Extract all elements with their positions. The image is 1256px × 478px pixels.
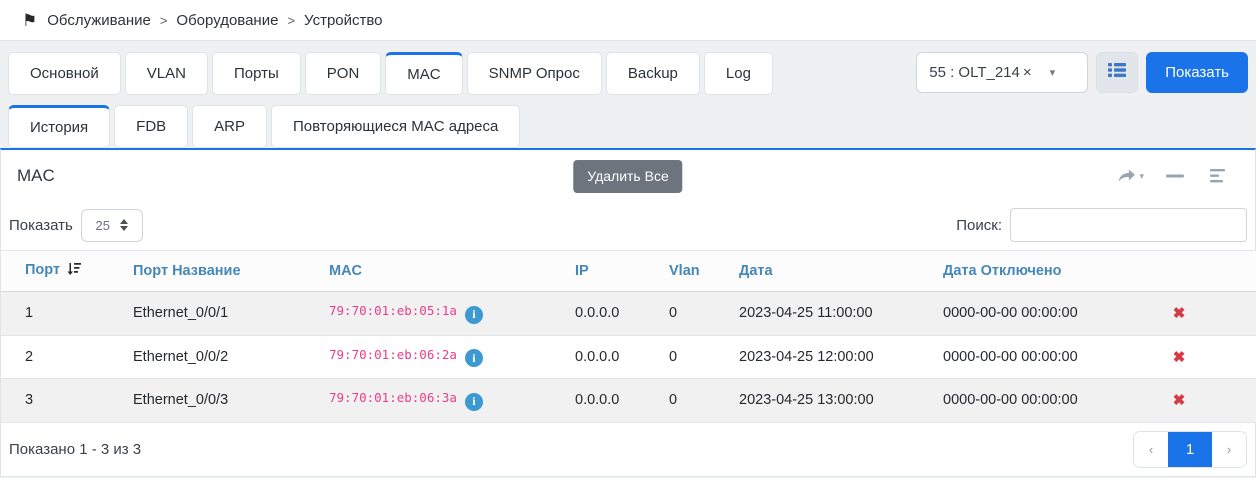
cell-vlan: 0	[661, 379, 731, 423]
export-button[interactable]: ▾	[1117, 168, 1144, 184]
table-row: 2 Ethernet_0/0/2 79:70:01:eb:06:2a i 0.0.…	[1, 335, 1256, 379]
search-input[interactable]	[1010, 208, 1247, 242]
cell-port: 2	[1, 335, 125, 379]
length-label: Показать	[9, 217, 73, 234]
cell-port-name: Ethernet_0/0/1	[125, 292, 321, 336]
chevron-down-icon: ▾	[1139, 171, 1144, 182]
pagination-prev-button[interactable]: ‹	[1134, 432, 1168, 467]
tab-snmp-poll[interactable]: SNMP Опрос	[467, 52, 602, 95]
spinner-arrows-icon	[120, 219, 128, 231]
cell-date-off: 0000-00-00 00:00:00	[935, 335, 1151, 379]
pagination-next-button[interactable]: ›	[1212, 432, 1246, 467]
menu-button[interactable]	[1206, 169, 1225, 183]
table-header-row: Порт Порт Название MAC IP Vlan Дата Дата…	[1, 251, 1256, 292]
sub-tabs: История FDB ARP Повторяющиеся MAC адреса	[0, 95, 1256, 148]
breadcrumb-item-equipment[interactable]: Оборудование	[176, 12, 278, 29]
cell-date-off: 0000-00-00 00:00:00	[935, 379, 1151, 423]
delete-row-icon[interactable]: ✖	[1159, 304, 1199, 322]
subtab-fdb[interactable]: FDB	[114, 105, 188, 148]
table-info: Показано 1 - 3 из 3	[9, 441, 141, 458]
column-header-date[interactable]: Дата	[731, 251, 935, 292]
panel-title: MAC	[17, 166, 55, 186]
panel-header: MAC Удалить Все ▾	[1, 150, 1255, 202]
mac-panel: MAC Удалить Все ▾	[0, 148, 1256, 477]
column-header-ip[interactable]: IP	[567, 251, 661, 292]
cell-date: 2023-04-25 11:00:00	[731, 292, 935, 336]
tab-main[interactable]: Основной	[8, 52, 121, 95]
sort-descending-icon	[66, 264, 81, 280]
device-list-button[interactable]	[1096, 52, 1138, 93]
cell-mac: 79:70:01:eb:05:1a	[329, 303, 457, 318]
column-header-date-off[interactable]: Дата Отключено	[935, 251, 1151, 292]
delete-all-button[interactable]: Удалить Все	[573, 160, 682, 193]
pagination: ‹ 1 ›	[1133, 431, 1247, 468]
table-row: 3 Ethernet_0/0/3 79:70:01:eb:06:3a i 0.0.…	[1, 379, 1256, 423]
column-header-port[interactable]: Порт	[1, 251, 125, 292]
breadcrumb-separator: >	[287, 13, 295, 28]
page-length-select[interactable]: 25	[81, 209, 143, 242]
cell-ip: 0.0.0.0	[567, 379, 661, 423]
cell-port: 1	[1, 292, 125, 336]
table-footer: Показано 1 - 3 из 3 ‹ 1 ›	[1, 423, 1255, 476]
device-select[interactable]: 55 : OLT_214 × ▾	[916, 52, 1088, 93]
tab-ports[interactable]: Порты	[212, 52, 301, 95]
column-header-vlan[interactable]: Vlan	[661, 251, 731, 292]
cell-port-name: Ethernet_0/0/3	[125, 379, 321, 423]
delete-row-icon[interactable]: ✖	[1159, 391, 1199, 409]
subtab-arp[interactable]: ARP	[192, 105, 267, 148]
column-header-port-name[interactable]: Порт Название	[125, 251, 321, 292]
cell-port: 3	[1, 379, 125, 423]
breadcrumb-item-maintenance[interactable]: Обслуживание	[47, 12, 151, 29]
tab-mac[interactable]: MAC	[385, 52, 462, 95]
chevron-down-icon: ▾	[1050, 66, 1056, 79]
tab-backup[interactable]: Backup	[606, 52, 700, 95]
table-controls: Показать 25 Поиск:	[1, 202, 1255, 250]
tab-log[interactable]: Log	[704, 52, 773, 95]
cell-mac: 79:70:01:eb:06:3a	[329, 390, 457, 405]
breadcrumb-item-device: Устройство	[304, 12, 382, 29]
cell-mac: 79:70:01:eb:06:2a	[329, 347, 457, 362]
collapse-button[interactable]	[1166, 174, 1184, 178]
minus-icon	[1166, 174, 1184, 178]
subtab-duplicate-mac[interactable]: Повторяющиеся MAC адреса	[271, 105, 520, 148]
info-icon[interactable]: i	[465, 349, 483, 367]
cell-vlan: 0	[661, 335, 731, 379]
cell-port-name: Ethernet_0/0/2	[125, 335, 321, 379]
show-button[interactable]: Показать	[1146, 52, 1248, 93]
page-length-value: 25	[96, 218, 110, 233]
cell-date-off: 0000-00-00 00:00:00	[935, 292, 1151, 336]
tab-vlan[interactable]: VLAN	[125, 52, 208, 95]
device-page: ⚑ Обслуживание > Оборудование > Устройст…	[0, 0, 1256, 478]
cell-vlan: 0	[661, 292, 731, 336]
search-label: Поиск:	[956, 217, 1002, 234]
cell-ip: 0.0.0.0	[567, 335, 661, 379]
column-header-port-label: Порт	[25, 262, 60, 278]
info-icon[interactable]: i	[465, 393, 483, 411]
cell-ip: 0.0.0.0	[567, 292, 661, 336]
pagination-page-1[interactable]: 1	[1168, 432, 1212, 467]
list-icon	[1206, 169, 1225, 183]
breadcrumb: ⚑ Обслуживание > Оборудование > Устройст…	[0, 0, 1256, 41]
export-icon	[1117, 168, 1136, 184]
clear-selection-icon[interactable]: ×	[1023, 64, 1032, 81]
column-header-mac[interactable]: MAC	[321, 251, 567, 292]
column-header-actions	[1151, 251, 1256, 292]
cell-date: 2023-04-25 12:00:00	[731, 335, 935, 379]
main-tabs: Основной VLAN Порты PON MAC SNMP Опрос B…	[8, 52, 773, 95]
breadcrumb-separator: >	[160, 13, 168, 28]
flag-icon: ⚑	[22, 12, 37, 29]
tab-pon[interactable]: PON	[305, 52, 382, 95]
main-tabs-row: Основной VLAN Порты PON MAC SNMP Опрос B…	[0, 41, 1256, 95]
table-list-icon	[1108, 62, 1126, 83]
cell-date: 2023-04-25 13:00:00	[731, 379, 935, 423]
table-row: 1 Ethernet_0/0/1 79:70:01:eb:05:1a i 0.0.…	[1, 292, 1256, 336]
delete-row-icon[interactable]: ✖	[1159, 348, 1199, 366]
mac-history-table: Порт Порт Название MAC IP Vlan Дата Дата…	[1, 250, 1256, 423]
info-icon[interactable]: i	[465, 306, 483, 324]
subtab-history[interactable]: История	[8, 105, 110, 148]
device-select-value: 55 : OLT_214	[929, 64, 1020, 81]
